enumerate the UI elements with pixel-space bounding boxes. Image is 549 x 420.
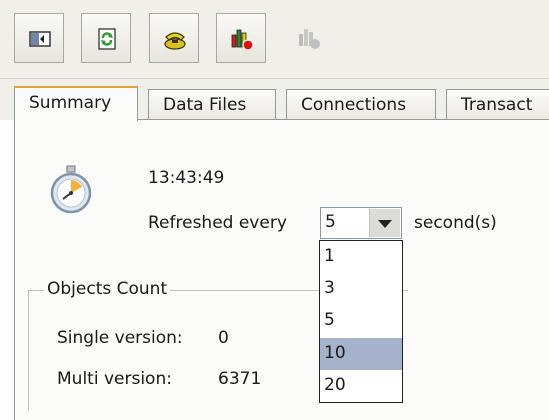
single-version-value: 0 <box>218 328 229 348</box>
refresh-label: Refreshed every <box>148 213 287 233</box>
chart-record-icon <box>231 29 254 51</box>
seconds-label: second(s) <box>414 213 497 233</box>
panel-toggle-icon <box>29 31 51 47</box>
refresh-button[interactable] <box>81 13 131 63</box>
monitor-record-button[interactable] <box>216 13 266 63</box>
monitor-stop-button <box>284 13 334 63</box>
tab-summary[interactable]: Summary <box>14 86 138 121</box>
dropdown-option[interactable]: 1 <box>320 241 402 273</box>
refresh-interval-value: 5 <box>325 212 336 232</box>
tab-data-files[interactable]: Data Files <box>148 89 276 120</box>
dropdown-option[interactable]: 5 <box>320 305 402 337</box>
stopwatch-icon <box>50 165 92 214</box>
connect-button[interactable] <box>149 13 199 63</box>
objects-count-title: Objects Count <box>44 279 171 299</box>
phone-connect-icon <box>164 32 186 50</box>
chart-disabled-icon <box>299 29 320 49</box>
tab-transact[interactable]: Transact <box>446 89 549 120</box>
refresh-interval-select[interactable]: 5 <box>320 207 402 239</box>
tab-strip: Summary Data Files Connections Transact <box>0 79 549 121</box>
chevron-down-icon[interactable] <box>369 209 400 237</box>
tab-summary-label: Summary <box>29 93 112 113</box>
single-version-label: Single version: <box>57 328 183 348</box>
tab-connections-label: Connections <box>301 95 407 115</box>
multi-version-label: Multi version: <box>57 369 172 389</box>
toolbar <box>0 0 549 79</box>
current-time: 13:43:49 <box>148 168 225 188</box>
tab-data-files-label: Data Files <box>163 95 247 115</box>
dropdown-option[interactable]: 3 <box>320 273 402 305</box>
refresh-page-icon <box>98 28 116 50</box>
panel-toggle-button[interactable] <box>14 13 64 63</box>
tab-transact-label: Transact <box>461 95 533 115</box>
dropdown-option-highlighted[interactable]: 10 <box>320 337 402 370</box>
tab-connections[interactable]: Connections <box>286 89 436 120</box>
multi-version-value: 6371 <box>218 369 262 389</box>
dropdown-option[interactable]: 20 <box>320 370 402 402</box>
refresh-interval-dropdown: 1 3 5 10 20 <box>319 240 403 403</box>
